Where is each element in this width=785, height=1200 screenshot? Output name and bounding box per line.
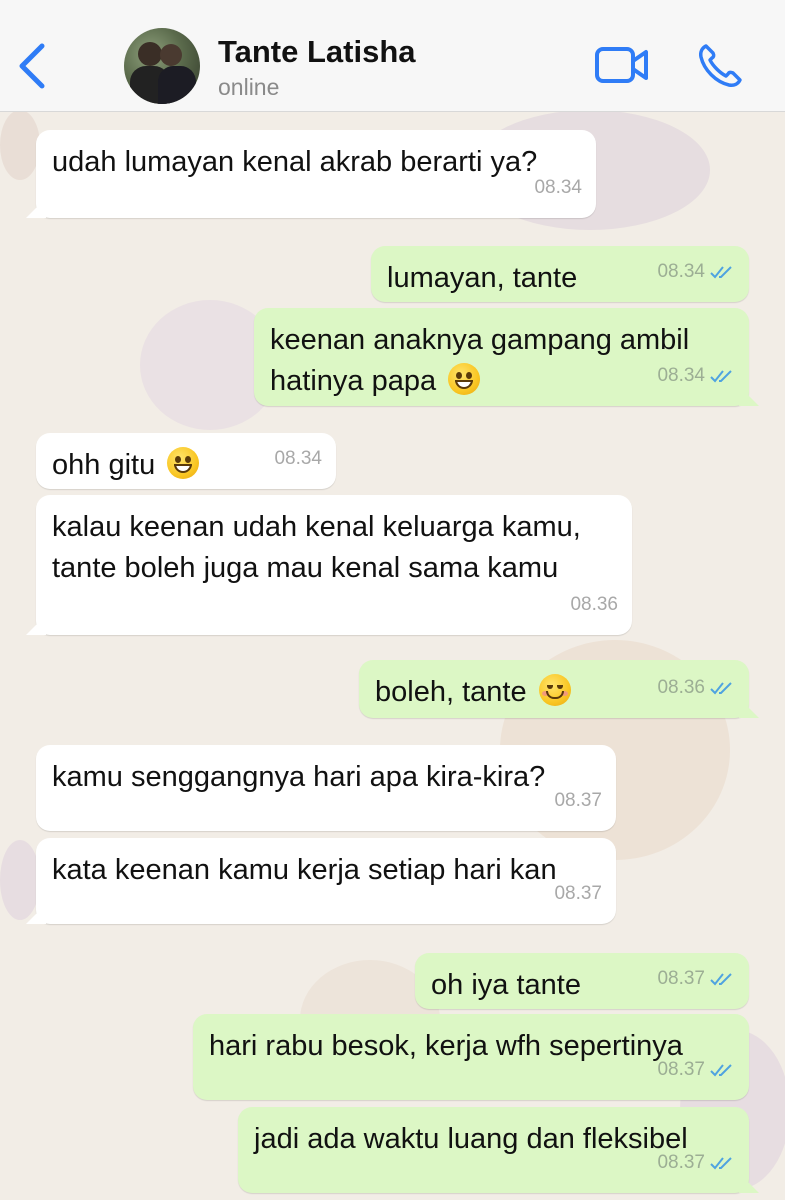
video-call-button[interactable] <box>594 44 650 86</box>
back-button[interactable] <box>14 40 50 92</box>
message-text: hari rabu besok, kerja wfh sepertinya <box>209 1030 683 1062</box>
message-bubble-outgoing[interactable]: hari rabu besok, kerja wfh sepertinya 08… <box>193 1014 749 1100</box>
message-time: 08.37 <box>554 883 602 904</box>
message-time: 08.36 <box>570 594 618 615</box>
chat-header: Tante Latisha online <box>0 0 785 112</box>
message-time: 08.37 <box>657 1059 705 1080</box>
double-check-read-icon <box>710 369 732 382</box>
grinning-face-icon <box>448 363 481 395</box>
message-bubble-incoming[interactable]: ohh gitu 08.34 <box>36 433 336 489</box>
contact-status: online <box>218 74 280 100</box>
message-time: 08.34 <box>534 177 582 198</box>
message-time: 08.34 <box>657 365 705 386</box>
message-text: kamu senggangnya hari apa kira-kira? <box>52 761 546 793</box>
message-bubble-outgoing[interactable]: keenan anaknya gampang ambil hatinya pap… <box>254 308 749 406</box>
grinning-face-icon <box>167 447 200 479</box>
message-text: kata keenan kamu kerja setiap hari kan <box>52 854 557 886</box>
message-text: udah lumayan kenal akrab berarti ya? <box>52 146 538 178</box>
wallpaper-pattern <box>0 110 40 180</box>
message-bubble-outgoing[interactable]: oh iya tante 08.37 <box>415 953 749 1009</box>
message-time: 08.34 <box>657 261 705 282</box>
double-check-read-icon <box>710 681 732 694</box>
message-bubble-incoming[interactable]: udah lumayan kenal akrab berarti ya? 08.… <box>36 130 596 218</box>
message-time: 08.37 <box>554 790 602 811</box>
video-camera-icon <box>595 47 648 83</box>
phone-icon <box>699 44 742 87</box>
chevron-left-icon <box>19 43 45 89</box>
message-bubble-outgoing[interactable]: boleh, tante 08.36 <box>359 660 749 718</box>
voice-call-button[interactable] <box>696 42 744 90</box>
message-time: 08.36 <box>657 677 705 698</box>
double-check-read-icon <box>710 265 732 278</box>
message-time: 08.37 <box>657 1152 705 1173</box>
message-bubble-incoming[interactable]: kamu senggangnya hari apa kira-kira? 08.… <box>36 745 616 831</box>
message-text: kalau keenan udah kenal keluarga kamu, t… <box>52 511 581 584</box>
message-time: 08.37 <box>657 968 705 989</box>
message-bubble-incoming[interactable]: kalau keenan udah kenal keluarga kamu, t… <box>36 495 632 635</box>
contact-avatar[interactable] <box>124 28 200 104</box>
double-check-read-icon <box>710 972 732 985</box>
double-check-read-icon <box>710 1156 732 1169</box>
wallpaper-pattern <box>0 840 40 920</box>
contact-name[interactable]: Tante Latisha <box>218 34 416 70</box>
message-bubble-outgoing[interactable]: lumayan, tante 08.34 <box>371 246 749 302</box>
smiling-face-icon <box>538 674 571 706</box>
message-bubble-outgoing[interactable]: jadi ada waktu luang dan fleksibel 08.37 <box>238 1107 749 1193</box>
double-check-read-icon <box>710 1063 732 1076</box>
message-time: 08.34 <box>274 448 322 469</box>
message-bubble-incoming[interactable]: kata keenan kamu kerja setiap hari kan 0… <box>36 838 616 924</box>
